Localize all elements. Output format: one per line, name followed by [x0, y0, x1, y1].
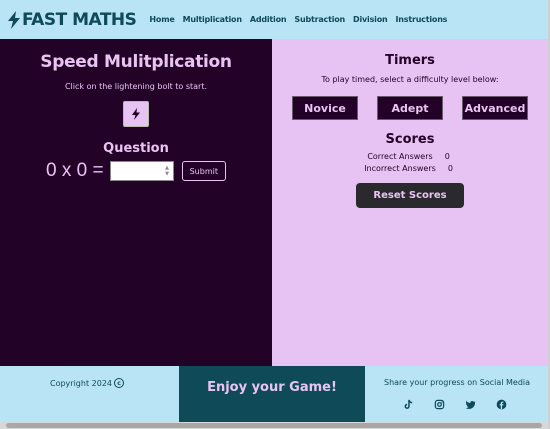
- correct-answers-row: Correct Answers 0: [272, 152, 548, 161]
- facebook-icon[interactable]: [496, 399, 507, 410]
- copyright: Copyright 2024 c: [50, 378, 124, 388]
- nav-multiplication[interactable]: Multiplication: [183, 15, 242, 24]
- start-button[interactable]: [123, 101, 149, 127]
- answer-input[interactable]: ▲ ▼: [109, 161, 174, 181]
- share-text: Share your progress on Social Media: [384, 378, 531, 387]
- instagram-icon[interactable]: [434, 399, 445, 410]
- nav-instructions[interactable]: Instructions: [395, 15, 447, 24]
- incorrect-answers-row: Incorrect Answers 0: [272, 164, 548, 173]
- correct-answers-value: 0: [444, 152, 450, 161]
- game-panel: Speed Mulitplication Click on the lighte…: [0, 39, 272, 366]
- lightning-bolt-icon: [132, 108, 140, 120]
- scrollbar-thumb[interactable]: [6, 423, 542, 428]
- question-expression: 0 x 0 =: [46, 160, 104, 181]
- advanced-button[interactable]: Advanced: [462, 96, 528, 120]
- question-heading: Question: [103, 141, 169, 156]
- incorrect-answers-label: Incorrect Answers: [364, 164, 436, 173]
- footer-tagline: Enjoy your Game!: [179, 366, 365, 422]
- scores-title: Scores: [385, 132, 435, 147]
- question-row: 0 x 0 = ▲ ▼ Submit: [0, 160, 272, 182]
- nav-addition[interactable]: Addition: [250, 15, 287, 24]
- twitter-icon[interactable]: [465, 399, 476, 410]
- tiktok-icon[interactable]: [403, 399, 414, 410]
- nav-subtraction[interactable]: Subtraction: [294, 15, 345, 24]
- lightning-bolt-icon: [8, 10, 20, 29]
- main-nav: Home Multiplication Addition Subtraction…: [149, 15, 455, 24]
- timers-hint: To play timed, select a difficulty level…: [321, 75, 499, 84]
- timers-panel: Timers To play timed, select a difficult…: [272, 39, 548, 366]
- number-spinner[interactable]: ▲ ▼: [164, 165, 171, 178]
- timers-title: Timers: [385, 53, 435, 68]
- copyright-text: Copyright 2024: [50, 378, 112, 388]
- nav-home[interactable]: Home: [149, 15, 174, 24]
- copyright-icon: c: [114, 378, 124, 388]
- correct-answers-label: Correct Answers: [367, 152, 433, 161]
- horizontal-scrollbar[interactable]: [0, 422, 548, 429]
- incorrect-answers-value: 0: [447, 164, 453, 173]
- brand-logo[interactable]: FAST MATHS: [7, 9, 137, 30]
- novice-button[interactable]: Novice: [292, 96, 358, 120]
- submit-button[interactable]: Submit: [181, 161, 226, 181]
- navbar: FAST MATHS Home Multiplication Addition …: [0, 0, 548, 39]
- brand-name: FAST MATHS: [22, 9, 137, 30]
- nav-division[interactable]: Division: [353, 15, 388, 24]
- social-links: [403, 399, 507, 410]
- reset-scores-button[interactable]: Reset Scores: [356, 183, 464, 208]
- adept-button[interactable]: Adept: [377, 96, 443, 120]
- start-hint: Click on the lightening bolt to start.: [64, 82, 208, 91]
- difficulty-levels: Novice Adept Advanced: [272, 96, 548, 120]
- game-title: Speed Mulitplication: [40, 52, 232, 72]
- footer: Copyright 2024 c Enjoy your Game! Share …: [0, 366, 548, 422]
